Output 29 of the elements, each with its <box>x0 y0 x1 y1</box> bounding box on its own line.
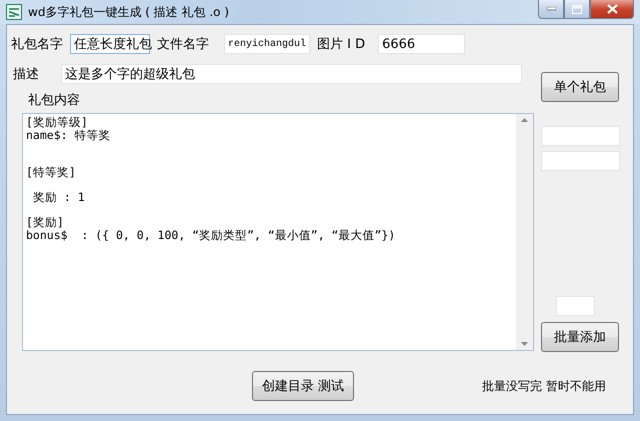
description-field[interactable]: 这是多个字的超级礼包 <box>61 64 522 84</box>
close-icon <box>606 4 618 14</box>
status-note: 批量没写完 暂时不能用 <box>482 378 606 394</box>
content-text-area[interactable]: [奖励等级] name$: 特等奖 [特等奖] 奖励 : 1 [奖励] bonus$ : ({ 0, 0, 100, “奖励类型”, “最小值”, “最大值”}) <box>22 113 534 351</box>
minimize-icon <box>546 7 556 11</box>
minimize-button[interactable] <box>538 0 564 19</box>
app-icon <box>6 4 22 20</box>
field-label: 文件名字 <box>157 36 209 53</box>
field-label: 礼包内容 <box>28 92 81 109</box>
scrollbar[interactable] <box>516 114 533 350</box>
scroll-up-icon[interactable] <box>521 118 528 122</box>
window-title: wd多字礼包一键生成 ( 描述 礼包 .o ) <box>28 4 230 20</box>
maximize-icon <box>572 4 582 14</box>
text-field[interactable]: 任意长度礼包 <box>70 34 150 54</box>
field-label: 描述 <box>13 66 39 83</box>
field-label: 图片 I D <box>317 36 366 53</box>
single-gift-button[interactable]: 单个礼包 <box>541 72 619 102</box>
text-field[interactable] <box>541 151 620 171</box>
create-directory-button[interactable]: 创建目录 测试 <box>252 371 354 401</box>
maximize-button[interactable] <box>564 0 590 19</box>
text-field[interactable]: renyichangdul <box>224 34 310 54</box>
batch-add-button[interactable]: 批量添加 <box>541 322 619 352</box>
close-button[interactable] <box>590 0 634 19</box>
text-field[interactable]: 6666 <box>378 34 466 54</box>
field-label: 礼包名字 <box>11 36 63 53</box>
text-field[interactable] <box>556 296 595 316</box>
scroll-down-icon[interactable] <box>521 342 528 346</box>
text-field[interactable] <box>541 126 620 146</box>
content-text: [奖励等级] name$: 特等奖 [特等奖] 奖励 : 1 [奖励] bonus$ : ({ 0, 0, 100, “奖励类型”, “最小值”, “最大值”}) <box>25 114 396 244</box>
